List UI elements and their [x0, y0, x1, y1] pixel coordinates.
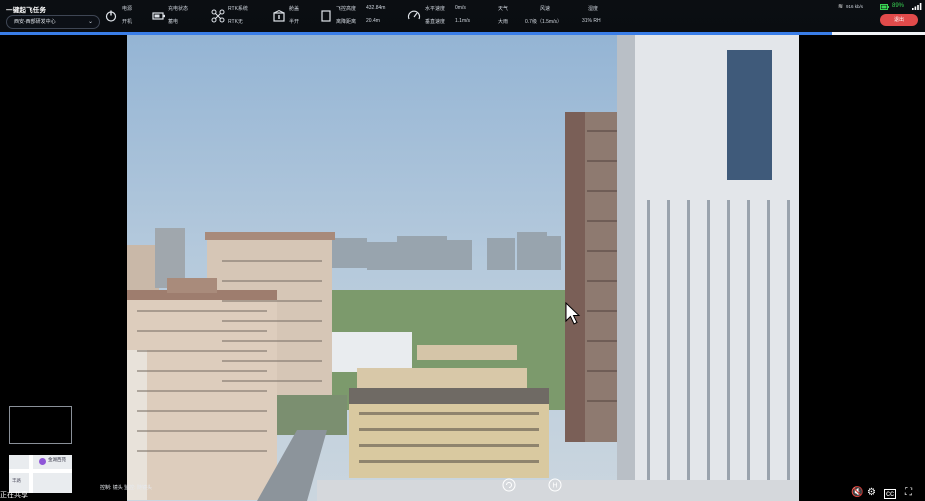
app-root: 一键起飞任务 西安-西部研发中心 ⌄ 电源 开机 充电状态 蓄电 RTK系统 R… [0, 0, 925, 501]
map-pin-icon [39, 458, 46, 465]
altitude-icon [321, 10, 331, 22]
fullscreen-icon[interactable]: ⛶ [905, 487, 912, 499]
h-speed-value: 0m/s [455, 5, 466, 11]
battery-level-icon [880, 4, 889, 10]
altitude-value: 432.84m [366, 5, 386, 11]
stat-power: 电源 开机 [104, 3, 144, 29]
v-speed-value: 1.1m/s [455, 18, 471, 24]
wind-label: 风速 [540, 6, 551, 12]
home-return-icon[interactable]: H [548, 478, 562, 492]
stat-humidity: 湿度 31% RH [582, 3, 618, 29]
site-select-value: 西安-西部研发中心 [14, 19, 56, 25]
task-progress-bar [0, 32, 832, 35]
altitude-label: 飞控高度 [336, 6, 357, 12]
distance-label: 离降距离 [336, 19, 357, 25]
speedometer-icon [407, 10, 421, 20]
drone-icon [211, 9, 225, 23]
signal-icon [912, 3, 922, 10]
power-icon [105, 10, 117, 22]
stat-rtk-value: RTK无 [228, 19, 243, 25]
gear-icon[interactable]: ⚙ [867, 487, 876, 499]
wifi-icon: ≋ [838, 4, 844, 10]
mission-header: 一键起飞任务 [6, 4, 46, 14]
stat-power-label: 电源 [122, 6, 133, 12]
weather-label: 天气 [498, 6, 509, 12]
stat-rtk: RTK系统 RTK无 [211, 3, 261, 29]
stat-hatch: 舱盖 半开 [272, 3, 312, 29]
stat-hatch-value: 半开 [289, 19, 300, 25]
weather-value: 大雨 [498, 19, 509, 25]
stat-wind: 风速 0.7级（1.5m/s） [525, 3, 575, 29]
site-select[interactable]: 西安-西部研发中心 ⌄ [6, 15, 100, 29]
stat-hatch-label: 舱盖 [289, 6, 300, 12]
mini-map[interactable]: 金湖西苑 丰路 [9, 455, 72, 493]
stat-speed: 水平速度 0m/s 垂直速度 1.1m/s [407, 3, 487, 29]
chevron-down-icon: ⌄ [87, 19, 93, 25]
secondary-camera-thumbnail[interactable] [9, 406, 72, 444]
stat-charge: 充电状态 蓄电 [152, 3, 202, 29]
control-mode-text: 控制: 镜头 监控: 随镜头 [100, 485, 152, 491]
system-status: ≋ 916 kb/s 89% [838, 3, 922, 13]
sharing-status: 正在共享 [0, 492, 28, 499]
stat-charge-value: 蓄电 [168, 19, 179, 25]
mouse-cursor-icon [565, 302, 581, 325]
map-place-label: 丰路 [12, 478, 21, 483]
top-status-bar: 一键起飞任务 西安-西部研发中心 ⌄ 电源 开机 充电状态 蓄电 RTK系统 R… [0, 0, 925, 34]
h-speed-label: 水平速度 [425, 6, 446, 12]
rotate-camera-icon[interactable] [502, 478, 516, 492]
map-road [9, 469, 72, 473]
wind-value: 0.7级（1.5m/s） [525, 19, 562, 25]
stat-weather: 天气 大雨 [498, 3, 522, 29]
hatch-icon [273, 9, 285, 22]
net-speed: 916 kb/s [846, 4, 864, 9]
map-poi-label: 金湖西苑 [48, 457, 66, 462]
svg-text:H: H [552, 483, 557, 490]
battery-icon [152, 12, 165, 20]
stat-rtk-label: RTK系统 [228, 6, 248, 12]
map-road [29, 455, 33, 493]
humidity-label: 湿度 [588, 6, 599, 12]
mission-title: 一键起飞任务 [6, 7, 47, 14]
battery-percent: 89% [892, 3, 905, 9]
v-speed-label: 垂直速度 [425, 19, 446, 25]
distance-value: 20.4m [366, 18, 380, 24]
logout-button[interactable]: 退出 [880, 14, 918, 26]
stat-charge-label: 充电状态 [168, 6, 189, 12]
humidity-value: 31% RH [582, 18, 601, 24]
live-video-view[interactable] [127, 0, 799, 501]
city-scene [127, 0, 799, 501]
mute-icon[interactable]: 🔇 [851, 487, 863, 499]
captions-icon[interactable]: cc [884, 489, 896, 499]
stat-power-value: 开机 [122, 19, 133, 25]
task-progress-track [832, 32, 925, 35]
stat-altitude: 飞控高度 432.84m 离降距离 20.4m [320, 3, 400, 29]
